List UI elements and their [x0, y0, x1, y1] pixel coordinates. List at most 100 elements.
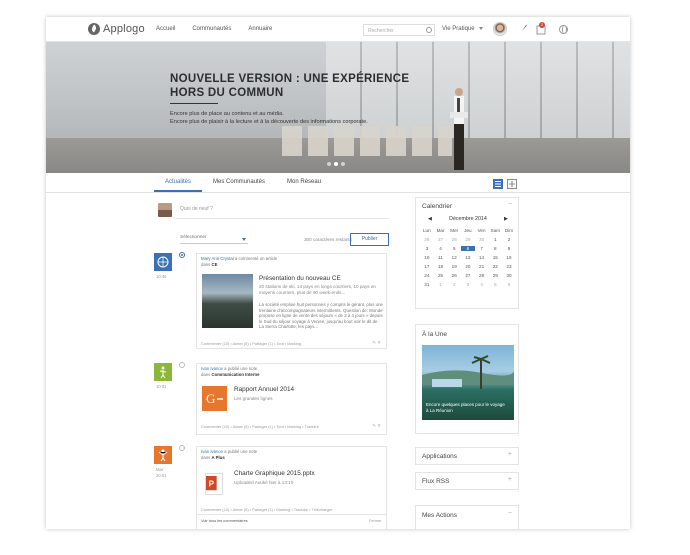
calendar-day[interactable]: 27: [434, 237, 448, 242]
calendar-day[interactable]: 28: [447, 237, 461, 242]
calendar-day[interactable]: 11: [434, 255, 448, 260]
calendar-day[interactable]: 30: [475, 237, 489, 242]
expand-icon[interactable]: +: [508, 451, 512, 458]
calendar-day[interactable]: 31: [420, 282, 434, 287]
tab-mon-reseau[interactable]: Mon Réseau: [276, 172, 332, 192]
calendar-day[interactable]: 28: [475, 273, 489, 278]
calendar-day[interactable]: 13: [461, 255, 475, 260]
calendar-day[interactable]: 21: [475, 264, 489, 269]
tab-actualites[interactable]: Actualités: [154, 172, 203, 192]
grid-view-icon[interactable]: [507, 179, 517, 189]
tab-mes-communautes[interactable]: Mes Communautés: [202, 172, 276, 192]
calendar-day[interactable]: 15: [488, 255, 502, 260]
calendar-day[interactable]: 22: [488, 264, 502, 269]
post-place[interactable]: A Plus: [212, 455, 225, 460]
post-marker[interactable]: [179, 252, 185, 258]
calendar-day[interactable]: 4: [434, 246, 448, 251]
app-frame: Applogo Accueil Communautés Annuaire Rec…: [46, 17, 630, 529]
vie-pratique-menu[interactable]: Vie Pratique: [442, 26, 475, 32]
post-title[interactable]: Rapport Annuel 2014: [234, 386, 294, 393]
edit-icon[interactable]: ✎ ✕: [372, 340, 381, 346]
calendar-day[interactable]: 29: [461, 237, 475, 242]
nav-item-communautes[interactable]: Communautés: [192, 26, 231, 32]
collapse-icon[interactable]: −: [508, 201, 512, 208]
calendar-day[interactable]: 6: [502, 282, 516, 287]
calendar-day[interactable]: 4: [475, 282, 489, 287]
post-actions[interactable]: Commenter (10) • Aimer (5) • Partager (1…: [201, 507, 332, 512]
post-author[interactable]: Mary Ann Crystal: [201, 256, 234, 261]
avatar: [158, 203, 172, 217]
post-marker[interactable]: [179, 362, 185, 368]
post-divider: [197, 514, 386, 515]
document-icon[interactable]: G: [202, 386, 227, 411]
see-all-comments-link[interactable]: Voir tous les commentaires: [201, 518, 248, 523]
flux-rss-widget[interactable]: Flux RSS +: [415, 472, 519, 490]
close-comments-link[interactable]: Fermer: [369, 518, 382, 523]
calendar-day[interactable]: 26: [447, 273, 461, 278]
edit-icon[interactable]: ✎ ✕: [372, 423, 381, 429]
post-marker[interactable]: [179, 445, 185, 451]
chevron-right-icon[interactable]: ▶: [504, 216, 508, 222]
calendar-day[interactable]: 24: [420, 273, 434, 278]
nav-item-annuaire[interactable]: Annuaire: [248, 26, 272, 32]
post-author[interactable]: Ivan Ivanov: [201, 449, 223, 454]
calendar-day[interactable]: 8: [488, 246, 502, 251]
post-title[interactable]: Charte Graphique 2015.pptx: [234, 470, 315, 477]
expand-icon[interactable]: +: [508, 476, 512, 483]
post-title[interactable]: Présentation du nouveau CE: [259, 275, 341, 282]
search-icon[interactable]: [426, 27, 432, 33]
user-avatar[interactable]: [493, 22, 507, 36]
calendar-day[interactable]: 12: [447, 255, 461, 260]
post-description: Les grandes lignes: [234, 396, 273, 401]
calendar-day-today[interactable]: 6: [461, 246, 475, 251]
app-logo[interactable]: Applogo: [88, 23, 145, 35]
post-actions[interactable]: Commenter (10) • Aimer (5) • Partager (1…: [201, 341, 301, 346]
applications-widget[interactable]: Applications +: [415, 447, 519, 465]
calendar-day[interactable]: 20: [461, 264, 475, 269]
carousel-dot[interactable]: [327, 162, 331, 166]
calendar-day[interactable]: 5: [447, 246, 461, 251]
calendar-day[interactable]: 19: [447, 264, 461, 269]
powerpoint-icon[interactable]: P: [205, 473, 223, 495]
post-place[interactable]: Communication Interne: [212, 372, 260, 377]
chevron-down-icon[interactable]: [479, 27, 483, 30]
list-view-icon[interactable]: [493, 179, 503, 189]
calendar-day[interactable]: 3: [461, 282, 475, 287]
calendar-day[interactable]: 5: [488, 282, 502, 287]
calendar-day[interactable]: 3: [420, 246, 434, 251]
calendar-day[interactable]: 9: [502, 246, 516, 251]
calendar-day[interactable]: 16: [502, 255, 516, 260]
carousel-dot-active[interactable]: [334, 162, 338, 166]
calendar-day[interactable]: 2: [502, 237, 516, 242]
globe-icon[interactable]: [559, 25, 568, 34]
audience-select[interactable]: Sélectionner: [180, 235, 248, 244]
calendar-day[interactable]: 14: [475, 255, 489, 260]
calendar-day[interactable]: 17: [420, 264, 434, 269]
a-la-une-caption: Encore quelques places pour le voyage à …: [426, 402, 505, 413]
calendar-day[interactable]: 29: [488, 273, 502, 278]
calendar-day[interactable]: 25: [434, 273, 448, 278]
post-place[interactable]: CE: [212, 262, 218, 267]
post-thumbnail[interactable]: [202, 274, 253, 328]
calendar-day[interactable]: 10: [420, 255, 434, 260]
a-la-une-image[interactable]: Encore quelques places pour le voyage à …: [422, 345, 514, 420]
calendar-day[interactable]: 18: [434, 264, 448, 269]
publish-button[interactable]: Publier: [350, 233, 389, 246]
calendar-day[interactable]: 1: [434, 282, 448, 287]
calendar-day[interactable]: 7: [475, 246, 489, 251]
calendar-day[interactable]: 23: [502, 264, 516, 269]
post-author[interactable]: Ivan Ivanov: [201, 366, 223, 371]
search-input[interactable]: Rechercher: [363, 24, 435, 36]
calendar-day[interactable]: 27: [461, 273, 475, 278]
svg-text:G: G: [206, 391, 215, 406]
collapse-icon[interactable]: −: [508, 510, 512, 517]
carousel-dot[interactable]: [341, 162, 345, 166]
calendar-day[interactable]: 2: [447, 282, 461, 287]
feather-icon[interactable]: [518, 23, 528, 35]
nav-item-accueil[interactable]: Accueil: [156, 26, 175, 32]
calendar-day[interactable]: 1: [488, 237, 502, 242]
post-actions[interactable]: Commenter (10) • Aimer (5) • Partager (1…: [201, 424, 319, 429]
calendar-day[interactable]: 30: [502, 273, 516, 278]
calendar-day[interactable]: 26: [420, 237, 434, 242]
composer-input[interactable]: Quoi de neuf ?: [180, 206, 213, 212]
